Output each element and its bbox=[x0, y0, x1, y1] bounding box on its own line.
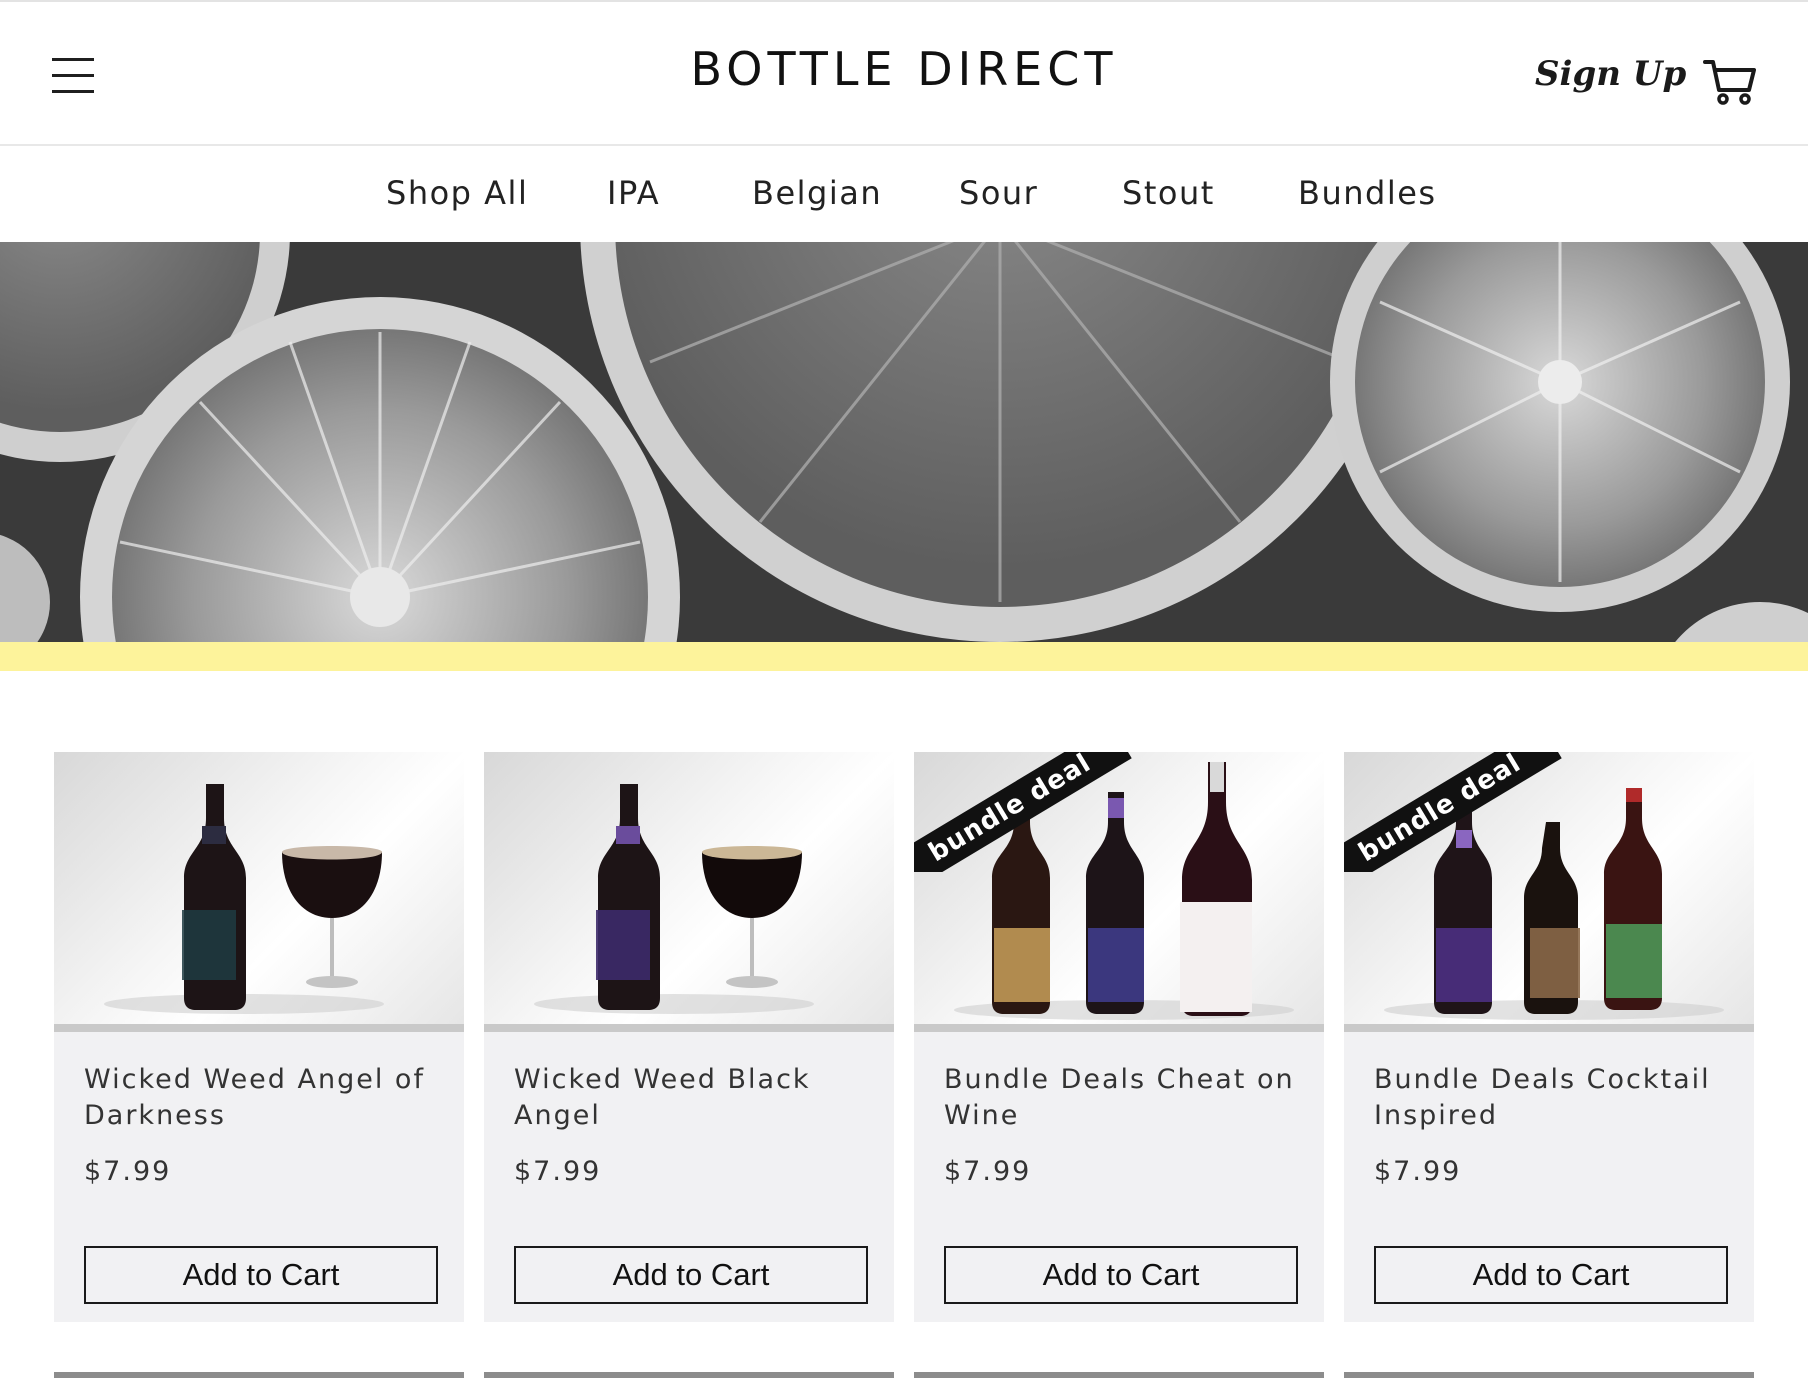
add-to-cart-button[interactable]: Add to Cart bbox=[514, 1246, 868, 1304]
product-price: $7.99 bbox=[944, 1156, 1032, 1187]
product-card[interactable]: Wicked Weed Black Angel $7.99 Add to Car… bbox=[484, 752, 894, 1322]
sign-up-link[interactable]: Sign Up bbox=[1535, 54, 1686, 94]
bundle-deal-badge: bundle deal bbox=[1344, 752, 1562, 872]
nav-item-bundles[interactable]: Bundles bbox=[1298, 174, 1437, 212]
product-image[interactable]: bundle deal bbox=[914, 752, 1324, 1032]
product-card[interactable]: Wicked Weed Angel of Darkness $7.99 Add … bbox=[54, 752, 464, 1322]
bundle-deal-badge: bundle deal bbox=[914, 752, 1132, 872]
bundle-deal-ribbon: bundle deal bbox=[914, 752, 1144, 872]
add-to-cart-button[interactable]: Add to Cart bbox=[84, 1246, 438, 1304]
add-to-cart-button[interactable]: Add to Cart bbox=[944, 1246, 1298, 1304]
nav-item-ipa[interactable]: IPA bbox=[607, 174, 660, 212]
product-title[interactable]: Bundle Deals Cocktail Inspired bbox=[1374, 1062, 1734, 1134]
product-image[interactable]: bundle deal bbox=[1344, 752, 1754, 1032]
category-nav: Shop All IPA Belgian Sour Stout Bundles bbox=[0, 148, 1808, 242]
next-row-card-edge bbox=[484, 1372, 894, 1378]
nav-item-stout[interactable]: Stout bbox=[1122, 174, 1215, 212]
product-title[interactable]: Bundle Deals Cheat on Wine bbox=[944, 1062, 1304, 1134]
nav-item-sour[interactable]: Sour bbox=[959, 174, 1038, 212]
product-image[interactable] bbox=[484, 752, 894, 1032]
product-image[interactable] bbox=[54, 752, 464, 1032]
product-price: $7.99 bbox=[84, 1156, 172, 1187]
hero-accent-stripe bbox=[0, 642, 1808, 671]
nav-item-shop-all[interactable]: Shop All bbox=[386, 174, 528, 212]
product-card[interactable]: bundle deal Bundle Deals Cheat on Wine $… bbox=[914, 752, 1324, 1322]
shopping-cart-icon[interactable] bbox=[1703, 56, 1757, 106]
hero-banner-image bbox=[0, 242, 1808, 642]
product-price: $7.99 bbox=[1374, 1156, 1462, 1187]
product-card[interactable]: bundle deal Bundle Deals Cocktail Inspir… bbox=[1344, 752, 1754, 1322]
product-title[interactable]: Wicked Weed Black Angel bbox=[514, 1062, 874, 1134]
image-floor bbox=[1344, 1024, 1754, 1032]
bundle-deal-ribbon: bundle deal bbox=[1344, 752, 1574, 872]
product-price: $7.99 bbox=[514, 1156, 602, 1187]
next-row-card-edge bbox=[914, 1372, 1324, 1378]
product-title[interactable]: Wicked Weed Angel of Darkness bbox=[84, 1062, 444, 1134]
next-row-card-edge bbox=[1344, 1372, 1754, 1378]
next-row-card-edge bbox=[54, 1372, 464, 1378]
site-header: BOTTLE DIRECT Sign Up bbox=[0, 0, 1808, 146]
image-floor bbox=[914, 1024, 1324, 1032]
image-floor bbox=[54, 1024, 464, 1032]
image-floor bbox=[484, 1024, 894, 1032]
add-to-cart-button[interactable]: Add to Cart bbox=[1374, 1246, 1728, 1304]
nav-item-belgian[interactable]: Belgian bbox=[752, 174, 882, 212]
